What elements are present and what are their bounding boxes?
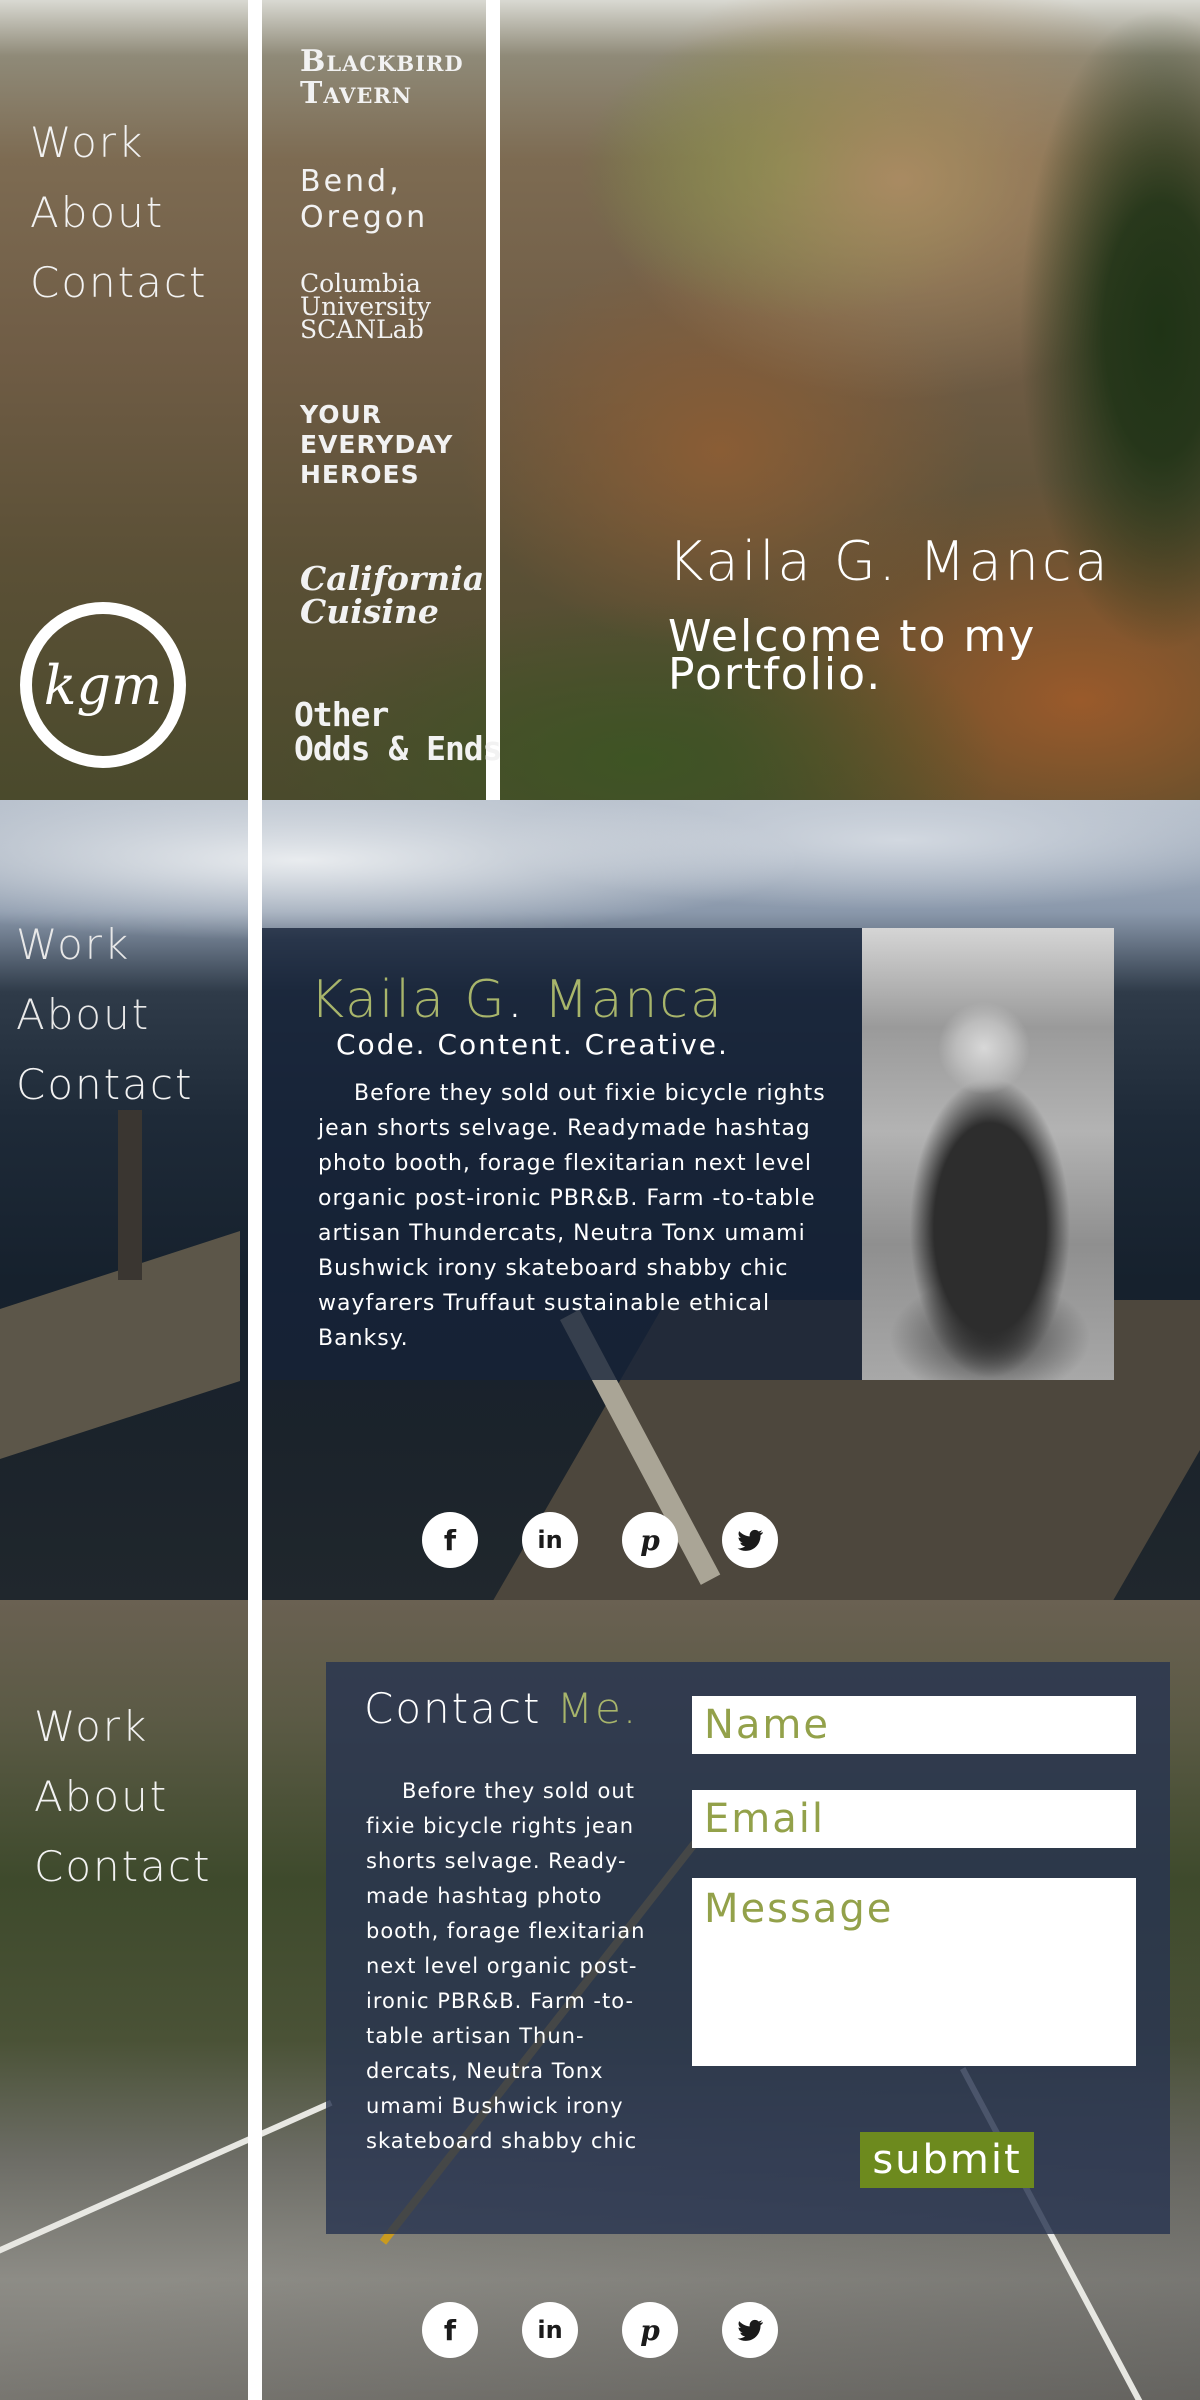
linkedin-icon[interactable]: in — [522, 1512, 578, 1568]
client-blackbird-tavern[interactable]: Blackbird Tavern — [300, 46, 464, 110]
nav-about[interactable]: About — [30, 178, 207, 248]
client-text: Other — [294, 695, 389, 734]
divider-left — [248, 0, 262, 800]
client-everyday-heroes[interactable]: YOUR EVERYDAY HEROES — [300, 400, 453, 490]
about-name-dot: . — [506, 970, 526, 1030]
facebook-icon[interactable]: f — [422, 1512, 478, 1568]
twitter-bird-icon — [737, 2319, 763, 2341]
nav-contact[interactable]: Contact — [16, 1050, 193, 1120]
pinterest-glyph: p — [640, 1523, 660, 1557]
submit-button[interactable]: submit — [860, 2132, 1034, 2188]
client-california-cuisine[interactable]: California Cuisine — [300, 562, 484, 628]
contact-title-accent: Me. — [556, 1684, 639, 1733]
nav-about[interactable]: About — [34, 1762, 211, 1832]
nav-work[interactable]: Work — [16, 910, 193, 980]
social-links-contact: f in p — [422, 2302, 822, 2358]
contact-body: Before they sold out fixie bicycle right… — [366, 1779, 646, 2153]
about-section: Work About Contact Kaila G. Manca Code. … — [0, 800, 1200, 1600]
facebook-icon[interactable]: f — [422, 2302, 478, 2358]
hero-section: Work About Contact kgm Blackbird Tavern … — [0, 0, 1200, 800]
divider-left — [248, 1600, 262, 2400]
dock-post — [118, 1110, 142, 1280]
pinterest-icon[interactable]: p — [622, 1512, 678, 1568]
about-panel: Kaila G. Manca Code. Content. Creative. … — [262, 928, 862, 1380]
contact-panel: Contact Me. Before they sold out fixie b… — [326, 1662, 1170, 2234]
about-nav: Work About Contact — [16, 910, 193, 1120]
contact-title: Contact Me. — [364, 1684, 638, 1733]
client-bend-oregon[interactable]: Bend, Oregon — [300, 164, 428, 236]
client-text: Blackbird — [300, 44, 464, 79]
nav-contact[interactable]: Contact — [34, 1832, 211, 1902]
about-name-first: Kaila G — [310, 970, 507, 1030]
kgm-logo[interactable]: kgm — [20, 602, 186, 768]
client-text: YOUR — [300, 400, 383, 429]
client-text: Cuisine — [300, 592, 439, 631]
about-tagline: Code. Content. Creative. — [336, 1028, 729, 1061]
contact-title-word: Contact — [364, 1684, 542, 1733]
facebook-glyph: f — [443, 2313, 457, 2347]
about-body: Before they sold out fixie bicycle right… — [318, 1081, 826, 1351]
about-name-last: Manca — [525, 970, 724, 1030]
twitter-bird-icon — [737, 1529, 763, 1551]
client-text: Tavern — [300, 76, 413, 111]
client-text: Bend, — [300, 164, 402, 199]
about-name: Kaila G. Manca — [310, 970, 724, 1030]
linkedin-glyph: in — [537, 2316, 563, 2344]
name-field[interactable] — [692, 1696, 1136, 1754]
nav-about[interactable]: About — [16, 980, 193, 1050]
client-text: SCANLab — [300, 315, 424, 344]
client-text: Oregon — [300, 200, 429, 235]
main-nav: Work About Contact — [30, 108, 207, 318]
client-text: HEROES — [300, 460, 420, 489]
client-text: California — [300, 559, 485, 598]
client-text: Odds & Ends — [294, 729, 503, 768]
nav-work[interactable]: Work — [34, 1692, 211, 1762]
divider-right — [486, 0, 500, 800]
client-columbia-scanlab[interactable]: Columbia University SCANLab — [300, 271, 431, 344]
contact-nav: Work About Contact — [34, 1692, 211, 1902]
client-other-odds-ends[interactable]: Other Odds & Ends — [294, 695, 503, 768]
nav-contact[interactable]: Contact — [30, 248, 207, 318]
linkedin-icon[interactable]: in — [522, 2302, 578, 2358]
portrait-photo — [862, 928, 1114, 1380]
twitter-icon[interactable] — [722, 1512, 778, 1568]
hero-name: Kaila G. Manca — [668, 530, 1111, 593]
social-links-about: f in p — [422, 1512, 822, 1568]
hero-welcome: Welcome to my Portfolio. — [668, 611, 1037, 700]
facebook-glyph: f — [443, 1523, 457, 1557]
pinterest-glyph: p — [640, 2313, 660, 2347]
linkedin-glyph: in — [537, 1526, 563, 1554]
logo-monogram: kgm — [43, 653, 163, 717]
divider-left — [248, 800, 262, 1600]
nav-work[interactable]: Work — [30, 108, 207, 178]
message-field[interactable] — [692, 1878, 1136, 2066]
twitter-icon[interactable] — [722, 2302, 778, 2358]
contact-section: Work About Contact Contact Me. Before th… — [0, 1600, 1200, 2400]
client-text: EVERYDAY — [300, 430, 454, 459]
pinterest-icon[interactable]: p — [622, 2302, 678, 2358]
email-field[interactable] — [692, 1790, 1136, 1848]
